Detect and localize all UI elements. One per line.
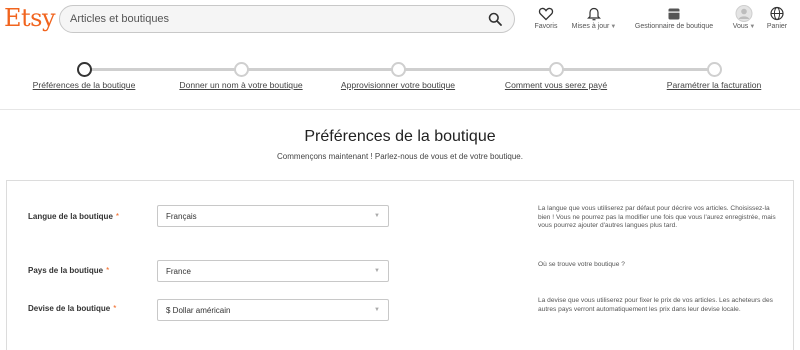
globe-icon <box>770 6 784 21</box>
nav-shop-manager[interactable]: Gestionnaire de boutique <box>627 5 721 37</box>
preferences-form: Langue de la boutique * Français ▼ La lan… <box>6 180 794 350</box>
shop-country-value: France <box>166 267 191 276</box>
page-title: Préférences de la boutique <box>304 128 496 145</box>
shop-currency-label: Devise de la boutique * <box>28 304 117 313</box>
step-3-link[interactable]: Approvisionner votre boutique <box>341 80 455 90</box>
search-icon[interactable] <box>488 12 502 26</box>
shop-country-select[interactable]: France ▼ <box>157 260 389 282</box>
heart-icon <box>538 7 554 21</box>
nav-favorites-label: Favoris <box>534 23 558 30</box>
chevron-down-icon: ▼ <box>374 307 380 313</box>
shop-country-label: Pays de la boutique * <box>28 266 110 275</box>
top-header: Etsy Favoris Mises à jour▼ Gestionnaire … <box>0 0 800 40</box>
nav-cart[interactable]: Panier <box>764 5 790 37</box>
step-2-link[interactable]: Donner un nom à votre boutique <box>179 80 302 90</box>
nav-you-label: Vous <box>732 23 749 30</box>
page-subtitle: Commençons maintenant ! Parlez-nous de v… <box>277 152 523 161</box>
shop-currency-select[interactable]: $ Dollar américain ▼ <box>157 299 389 321</box>
step-2-dot <box>234 62 249 77</box>
shop-currency-help: La devise que vous utiliserez pour fixer… <box>538 297 773 313</box>
required-marker: * <box>113 304 117 313</box>
nav-shop-manager-label: Gestionnaire de boutique <box>634 23 714 30</box>
required-marker: * <box>115 212 120 221</box>
shop-language-value: Français <box>166 212 197 221</box>
step-4-dot <box>549 62 564 77</box>
etsy-logo[interactable]: Etsy <box>4 4 56 32</box>
step-5-link[interactable]: Paramétrer la facturation <box>667 80 762 90</box>
nav-updates[interactable]: Mises à jour▼ <box>567 5 621 37</box>
shop-currency-value: $ Dollar américain <box>166 306 231 315</box>
avatar-icon <box>735 5 753 22</box>
shop-language-label: Langue de la boutique * <box>28 212 120 221</box>
shop-language-help: La langue que vous utiliserez par défaut… <box>538 205 776 230</box>
step-4-link[interactable]: Comment vous serez payé <box>505 80 607 90</box>
nav-favorites[interactable]: Favoris <box>532 5 560 37</box>
shop-icon <box>668 8 680 20</box>
progress-stepper: Préférences de la boutique Donner un nom… <box>0 40 800 110</box>
step-5-dot <box>707 62 722 77</box>
step-3-dot <box>391 62 406 77</box>
required-marker: * <box>106 266 110 275</box>
search-bar[interactable] <box>59 5 515 33</box>
shop-country-help: Où se trouve votre boutique ? <box>538 261 625 268</box>
chevron-down-icon: ▼ <box>374 213 380 219</box>
nav-updates-label: Mises à jour <box>571 23 610 30</box>
nav-cart-label: Panier <box>766 23 788 30</box>
shop-language-select[interactable]: Français ▼ <box>157 205 389 227</box>
chevron-down-icon: ▼ <box>610 24 617 30</box>
search-input[interactable] <box>70 6 470 32</box>
chevron-down-icon: ▼ <box>749 24 756 30</box>
step-1-dot <box>77 62 92 77</box>
bell-icon <box>587 7 601 21</box>
chevron-down-icon: ▼ <box>374 268 380 274</box>
step-1-link[interactable]: Préférences de la boutique <box>33 80 136 90</box>
nav-you[interactable]: Vous▼ <box>729 5 759 37</box>
